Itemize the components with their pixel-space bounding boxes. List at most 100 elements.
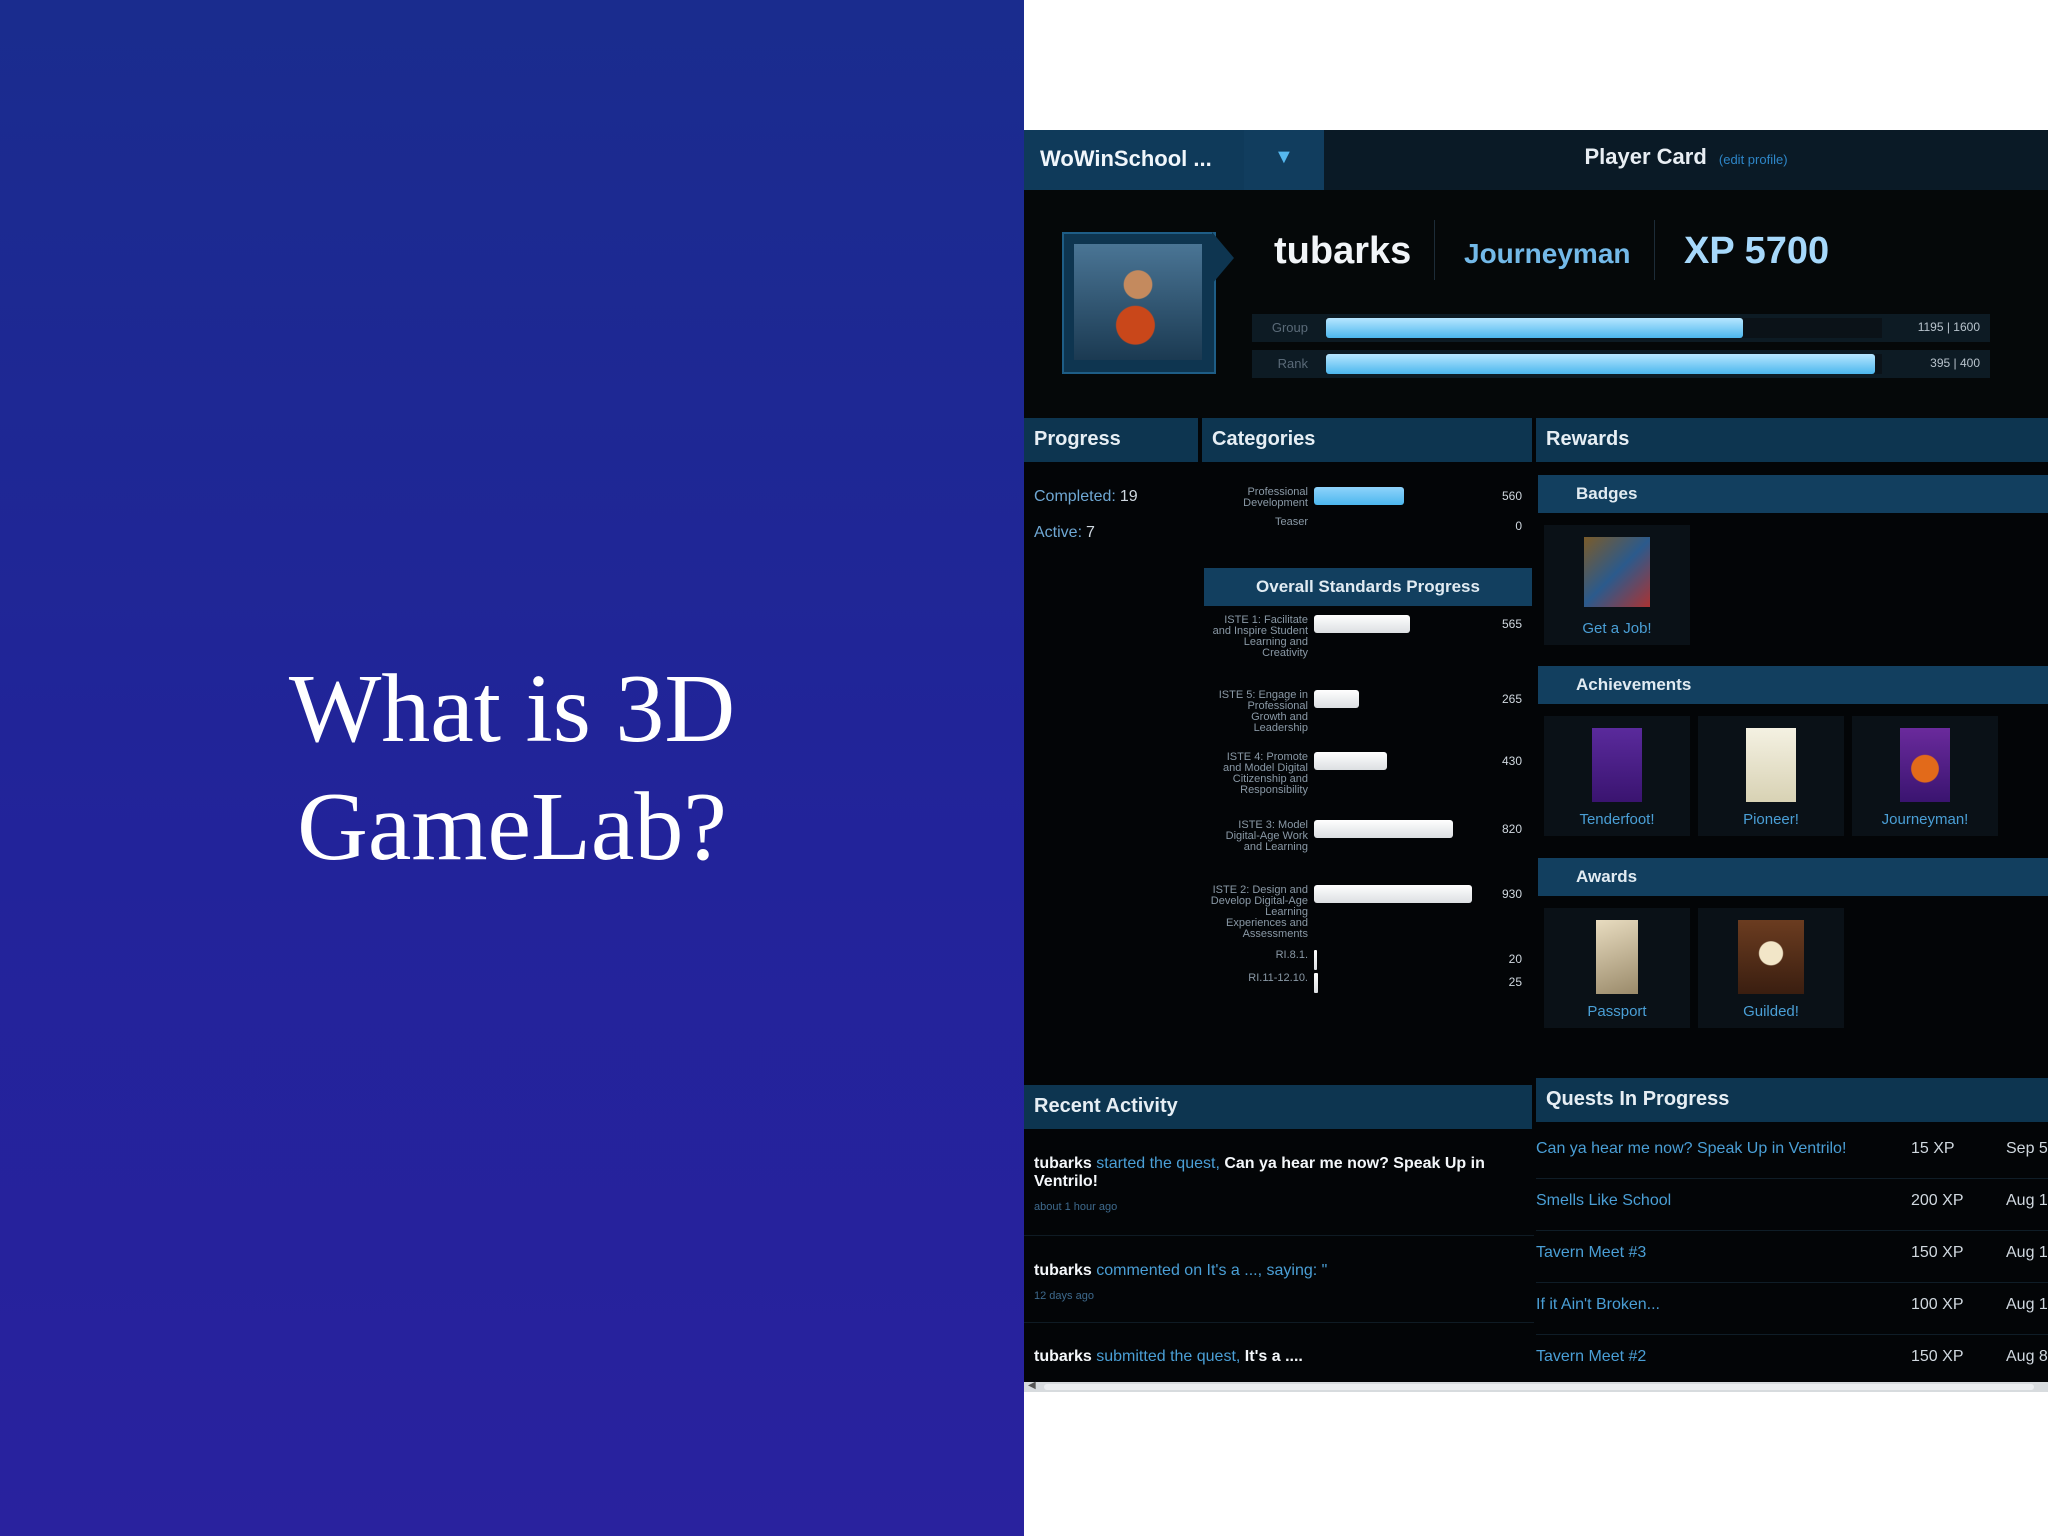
group-label: Group xyxy=(1271,320,1308,335)
avatar[interactable] xyxy=(1074,244,1202,360)
guild-icon xyxy=(1738,920,1804,994)
standard-label: ISTE 2: Design and Develop Digital-Age L… xyxy=(1210,884,1308,940)
quest-name-link[interactable]: Tavern Meet #2 xyxy=(1536,1348,1646,1366)
category-row: Teaser 0 xyxy=(1202,515,1532,541)
achievement-tile[interactable]: Journeyman! xyxy=(1852,716,1998,836)
activity-quest-link[interactable]: It's a .... xyxy=(1245,1348,1303,1365)
header-divider xyxy=(1434,220,1435,280)
page-title: Player Card (edit profile) xyxy=(1324,144,2048,170)
quest-row[interactable]: If it Ain't Broken... 100 XP Aug 1 xyxy=(1536,1282,2048,1335)
quest-name-link[interactable]: If it Ain't Broken... xyxy=(1536,1296,1660,1314)
banner-icon xyxy=(1900,728,1950,802)
group-progress-row: Group 1195 | 1600 xyxy=(1252,314,1990,342)
awards-header: Awards xyxy=(1538,858,2048,896)
player-header: tubarks Journeyman XP 5700 Group 1195 | … xyxy=(1024,190,2048,418)
category-row: Professional Development 560 xyxy=(1202,485,1532,511)
achievement-tile[interactable]: Tenderfoot! xyxy=(1544,716,1690,836)
standard-label: ISTE 4: Promote and Model Digital Citize… xyxy=(1223,751,1308,796)
group-bar-track xyxy=(1326,318,1882,338)
category-value: 0 xyxy=(1515,519,1522,533)
activity-user-link[interactable]: tubarks xyxy=(1034,1155,1092,1172)
achievements-title: Achievements xyxy=(1576,675,1692,694)
standard-label: ISTE 1: Facilitate and Inspire Student L… xyxy=(1212,614,1308,659)
quest-row[interactable]: Tavern Meet #3 150 XP Aug 1 xyxy=(1536,1230,2048,1283)
banner-icon xyxy=(1746,728,1796,802)
active-label: Active: xyxy=(1034,524,1083,541)
avatar-frame xyxy=(1062,232,1216,374)
activity-item: tubarks submitted the quest, It's a .... xyxy=(1034,1348,1524,1366)
player-card-title: Player Card xyxy=(1584,144,1707,169)
category-label: Teaser xyxy=(1274,516,1308,528)
standard-bar xyxy=(1314,973,1319,993)
site-dropdown-button[interactable]: ▼ xyxy=(1244,130,1324,190)
quest-xp: 100 XP xyxy=(1911,1296,1964,1313)
recent-activity-header: Recent Activity xyxy=(1024,1085,1532,1129)
scrollbar-thumb[interactable] xyxy=(1044,1384,2034,1390)
category-label: Professional Development xyxy=(1243,486,1308,509)
avatar-pointer xyxy=(1212,232,1234,284)
activity-time: 12 days ago xyxy=(1034,1290,1094,1302)
quest-row[interactable]: Smells Like School 200 XP Aug 1 xyxy=(1536,1178,2048,1231)
standard-value: 265 xyxy=(1501,692,1522,706)
activity-user-link[interactable]: tubarks xyxy=(1034,1348,1092,1365)
standard-value: 820 xyxy=(1501,822,1522,836)
edit-profile-link[interactable]: (edit profile) xyxy=(1719,152,1788,167)
standard-row: ISTE 2: Design and Develop Digital-Age L… xyxy=(1202,885,1532,950)
activity-item: tubarks started the quest, Can ya hear m… xyxy=(1034,1155,1524,1213)
achievement-tile[interactable]: Pioneer! xyxy=(1698,716,1844,836)
standard-label: ISTE 5: Engage in Professional Growth an… xyxy=(1218,689,1308,734)
active-stat: Active: 7 xyxy=(1034,524,1095,542)
activity-time: about 1 hour ago xyxy=(1034,1201,1118,1213)
slide-title: What is 3D GameLab? xyxy=(288,655,736,881)
scroll-left-icon[interactable]: ◀ xyxy=(1028,1380,1036,1391)
completed-value: 19 xyxy=(1119,488,1138,505)
quest-date: Aug 1 xyxy=(2006,1192,2048,1209)
site-menu-button[interactable]: WoWinSchool ... xyxy=(1024,130,1245,190)
player-name: tubarks xyxy=(1274,230,1412,272)
award-tile[interactable]: Guilded! xyxy=(1698,908,1844,1028)
standard-value: 20 xyxy=(1508,952,1522,966)
badge-tile[interactable]: Get a Job! xyxy=(1544,525,1690,645)
quest-date: Aug 1 xyxy=(2006,1296,2048,1313)
category-value: 560 xyxy=(1501,489,1522,503)
header-divider xyxy=(1654,220,1655,280)
standard-row: ISTE 4: Promote and Model Digital Citize… xyxy=(1202,752,1532,820)
quest-name-link[interactable]: Can ya hear me now? Speak Up in Ventrilo… xyxy=(1536,1140,1846,1158)
group-numbers: 1195 | 1600 xyxy=(1917,320,1980,334)
quest-date: Aug 1 xyxy=(2006,1244,2048,1261)
standard-bar xyxy=(1314,950,1318,970)
banner-icon xyxy=(1592,728,1642,802)
quest-name-link[interactable]: Tavern Meet #3 xyxy=(1536,1244,1646,1262)
achievement-label: Pioneer! xyxy=(1743,811,1799,828)
recent-activity-title: Recent Activity xyxy=(1034,1095,1178,1117)
horizontal-scrollbar[interactable]: ◀ xyxy=(1024,1380,2048,1392)
activity-verb: started the quest, xyxy=(1096,1155,1220,1172)
standard-row: ISTE 1: Facilitate and Inspire Student L… xyxy=(1202,615,1532,690)
award-label: Passport xyxy=(1587,1003,1647,1020)
quest-xp: 200 XP xyxy=(1911,1192,1964,1209)
category-bar xyxy=(1314,487,1404,505)
quest-row[interactable]: Can ya hear me now? Speak Up in Ventrilo… xyxy=(1536,1126,2048,1179)
quest-date: Sep 5 xyxy=(2006,1140,2048,1157)
quest-name-link[interactable]: Smells Like School xyxy=(1536,1192,1671,1210)
rank-numbers: 395 | 400 xyxy=(1930,356,1980,370)
rank-bar-track xyxy=(1326,354,1882,374)
standard-bar xyxy=(1314,752,1388,770)
badges-title: Badges xyxy=(1576,484,1638,503)
group-bar-fill xyxy=(1326,318,1743,338)
standard-value: 930 xyxy=(1501,887,1522,901)
passport-icon xyxy=(1596,920,1638,994)
achievement-label: Journeyman! xyxy=(1881,811,1969,828)
badge-icon xyxy=(1584,537,1650,607)
award-label: Guilded! xyxy=(1743,1003,1799,1020)
standard-bar xyxy=(1314,820,1454,838)
standard-row: ISTE 3: Model Digital-Age Work and Learn… xyxy=(1202,820,1532,885)
achievement-label: Tenderfoot! xyxy=(1579,811,1655,828)
rewards-title: Rewards xyxy=(1546,428,1630,450)
top-bar: WoWinSchool ... ▼ Player Card (edit prof… xyxy=(1024,130,2048,190)
activity-user-link[interactable]: tubarks xyxy=(1034,1262,1092,1279)
standards-header: Overall Standards Progress xyxy=(1204,568,1532,606)
award-tile[interactable]: Passport xyxy=(1544,908,1690,1028)
quest-row[interactable]: Tavern Meet #2 150 XP Aug 8 xyxy=(1536,1334,2048,1386)
standard-label: ISTE 3: Model Digital-Age Work and Learn… xyxy=(1225,819,1308,853)
